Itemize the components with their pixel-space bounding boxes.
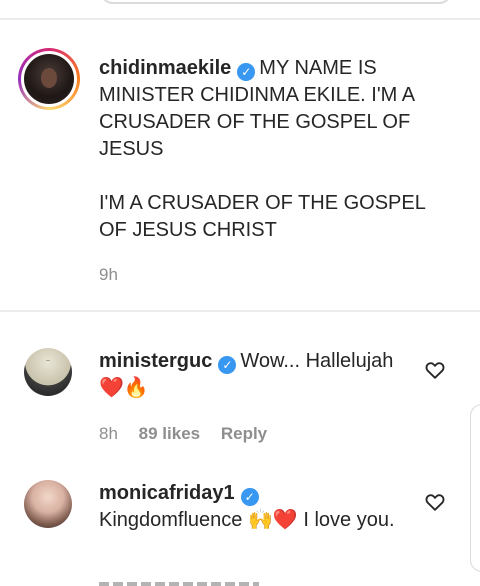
heart-outline-icon[interactable] <box>424 359 446 381</box>
caption-timestamp: 9h <box>99 265 118 284</box>
likes-count[interactable]: 89 likes <box>139 424 200 443</box>
next-comment-meta-cutoff <box>99 578 259 586</box>
avatar-photo <box>24 54 74 104</box>
caption-text: chidinmaekile ✓ MY NAME IS MINISTER CHIDIN… <box>99 57 414 160</box>
heart-outline-icon[interactable] <box>424 491 446 513</box>
verified-badge-icon: ✓ <box>237 63 256 81</box>
comment-avatar-monicafriday1[interactable] <box>24 480 72 528</box>
comment-input-field[interactable] <box>100 0 452 4</box>
caption-paragraph-2: I'M A CRUSADER OF THE GOSPEL OF JESUS CH… <box>99 192 426 241</box>
comment-username-1[interactable]: ministerguc <box>99 350 212 372</box>
side-panel-edge <box>470 404 480 572</box>
top-bar <box>0 0 480 20</box>
comment-meta-1: 8h 89 likes Reply <box>99 424 268 443</box>
comment-text-2: monicafriday1 ✓ Kingdomfluence 🙌❤️ I love… <box>99 482 395 531</box>
caption-username[interactable]: chidinmaekile <box>99 57 231 79</box>
caption-avatar[interactable] <box>18 48 80 110</box>
comment-text-1: ministerguc ✓ Wow... Hallelujah ❤️🔥 <box>99 350 394 399</box>
verified-badge-icon: ✓ <box>240 488 259 506</box>
comment-avatar-ministerguc[interactable]: ~ <box>24 348 72 396</box>
verified-badge-icon: ✓ <box>218 356 237 374</box>
reply-button[interactable]: Reply <box>221 424 267 443</box>
comment-username-2[interactable]: monicafriday1 <box>99 482 235 504</box>
